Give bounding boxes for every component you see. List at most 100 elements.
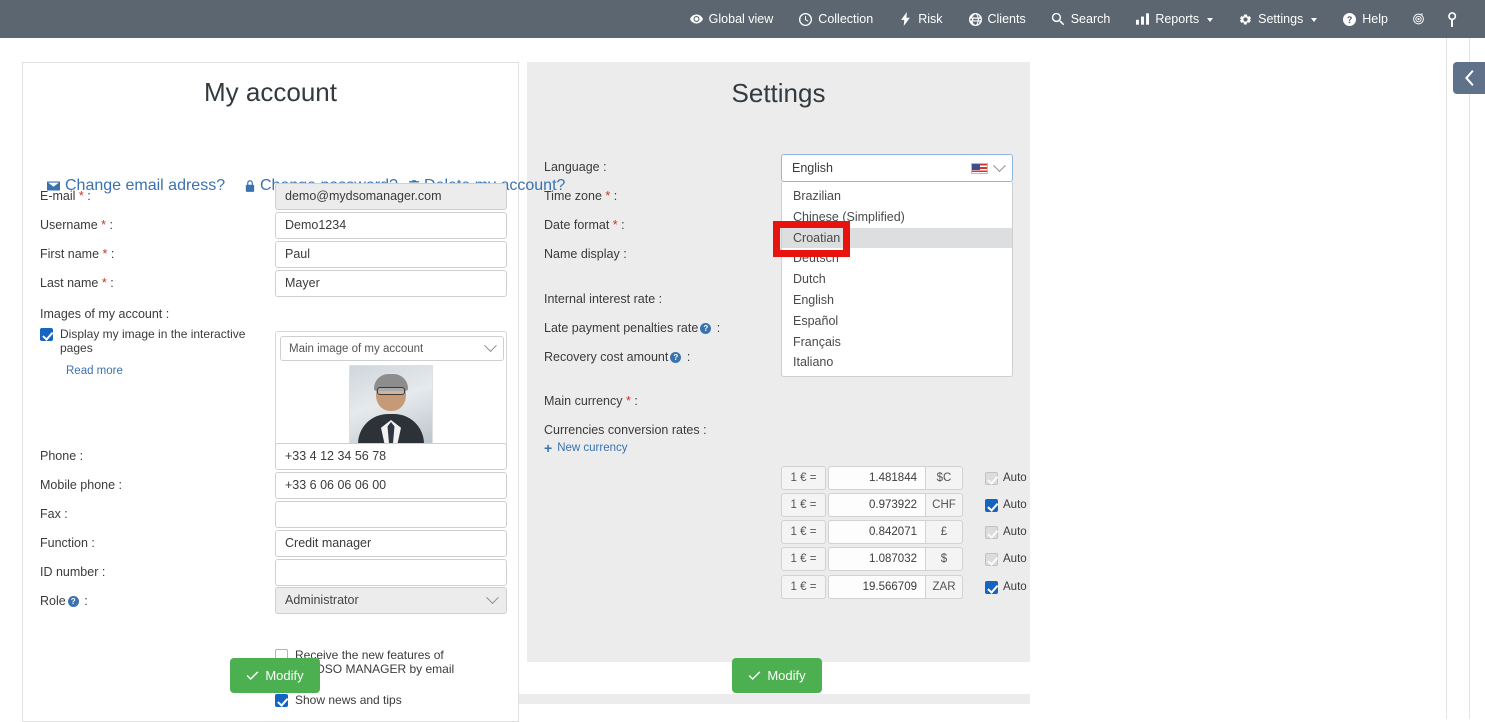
chevron-down-icon (486, 591, 499, 604)
currency-rate-input[interactable]: 19.566709 (828, 575, 926, 599)
nav-item-clients[interactable]: Clients (956, 0, 1039, 38)
language-option[interactable]: Español (782, 311, 1012, 332)
language-select[interactable]: English (781, 154, 1013, 182)
avatar (349, 365, 433, 447)
news-tips-checkbox[interactable] (275, 694, 288, 707)
label-internal-rate: Internal interest rate : (544, 292, 662, 306)
nav-item-risk[interactable]: Risk (886, 0, 955, 38)
news-tips-checkbox-row[interactable]: Show news and tips (275, 693, 515, 707)
nav-item-reports[interactable]: Reports (1123, 0, 1226, 38)
fax-field[interactable] (275, 501, 507, 528)
read-more-link[interactable]: Read more (66, 365, 123, 377)
news-tips-label: Show news and tips (295, 693, 402, 707)
currency-auto-toggle[interactable]: Auto (985, 580, 1027, 594)
magnifier-icon-button[interactable] (1436, 0, 1471, 38)
account-modify-button[interactable]: Modify (230, 658, 320, 693)
chevron-down-icon (1207, 18, 1213, 22)
nav-item-search[interactable]: Search (1039, 0, 1124, 38)
language-option[interactable]: Français (782, 332, 1012, 353)
scrollbar-track-line (1469, 38, 1470, 719)
required-marker: * (623, 394, 631, 408)
auto-label: Auto (1003, 499, 1027, 511)
currency-code: $ (926, 547, 963, 571)
language-option[interactable]: Deutsch (782, 248, 1012, 269)
id-number-field[interactable] (275, 559, 507, 586)
settings-modify-button[interactable]: Modify (732, 658, 822, 693)
language-option[interactable]: Chinese (Simplified) (782, 207, 1012, 228)
plus-icon: + (544, 441, 552, 455)
currency-auto-toggle[interactable]: Auto (985, 498, 1027, 512)
language-option-croatian[interactable]: Croatian (782, 228, 1012, 249)
label-function: Function : (40, 536, 95, 551)
currency-auto-toggle[interactable]: Auto (985, 471, 1027, 485)
auto-checkbox[interactable] (985, 526, 998, 539)
help-icon[interactable]: ? (670, 352, 681, 363)
phone-field[interactable]: +33 4 12 34 56 78 (275, 443, 507, 470)
globe-icon (969, 13, 982, 26)
required-marker: * (75, 189, 83, 203)
bolt-icon (899, 13, 912, 26)
nav-item-label: Search (1071, 12, 1111, 26)
currency-rate-input[interactable]: 0.973922 (828, 493, 926, 517)
currency-auto-toggle[interactable]: Auto (985, 525, 1027, 539)
auto-checkbox[interactable] (985, 499, 998, 512)
nav-item-label: Settings (1258, 12, 1303, 26)
top-navbar: Global view Collection Risk Clients Sear… (0, 0, 1485, 38)
currency-rate-input[interactable]: 0.842071 (828, 520, 926, 544)
image-type-value: Main image of my account (289, 343, 423, 355)
check-icon (748, 670, 761, 681)
label-conversion-rates: Currencies conversion rates : (544, 423, 707, 437)
image-type-select[interactable]: Main image of my account (280, 336, 504, 361)
nav-item-label: Risk (918, 12, 942, 26)
lastname-field[interactable]: Mayer (275, 270, 507, 297)
gear-icon (1239, 13, 1252, 26)
auto-checkbox[interactable] (985, 472, 998, 485)
firstname-field[interactable]: Paul (275, 241, 507, 268)
mobile-phone-field[interactable]: +33 6 06 06 06 00 (275, 472, 507, 499)
nav-item-label: Collection (818, 12, 873, 26)
settings-modify-label: Modify (767, 668, 805, 683)
sidebar-collapse-toggle[interactable] (1453, 62, 1485, 94)
language-option[interactable]: Brazilian (782, 186, 1012, 207)
language-option[interactable]: Japanese (782, 373, 1012, 377)
check-icon (246, 670, 259, 681)
account-title: My account (23, 63, 518, 108)
auto-checkbox[interactable] (985, 581, 998, 594)
username-field[interactable]: Demo1234 (275, 212, 507, 239)
required-marker: * (98, 218, 106, 232)
currency-rate-input[interactable]: 1.087032 (828, 547, 926, 571)
label-phone: Phone : (40, 449, 83, 464)
currency-auto-toggle[interactable]: Auto (985, 552, 1027, 566)
label-id-number: ID number : (40, 565, 105, 580)
page-body: Settings Language : Time zone * : Date f… (0, 38, 1485, 719)
language-option[interactable]: Italiano (782, 352, 1012, 373)
label-mobile-phone: Mobile phone : (40, 478, 122, 493)
role-select-value: Administrator (285, 588, 359, 613)
us-flag-icon (971, 163, 988, 174)
nav-item-settings[interactable]: Settings (1226, 0, 1330, 38)
language-option[interactable]: English (782, 290, 1012, 311)
account-panel: My account Change email adress? Change p… (22, 62, 519, 722)
nav-item-label: Global view (709, 12, 774, 26)
label-email: E-mail * : (40, 189, 91, 204)
help-icon[interactable]: ? (68, 596, 79, 607)
language-dropdown-list[interactable]: Brazilian Chinese (Simplified) Croatian … (781, 182, 1013, 377)
label-fax: Fax : (40, 507, 68, 522)
display-image-label: Display my image in the interactive page… (60, 327, 270, 355)
help-icon[interactable]: ? (700, 323, 711, 334)
clock-icon (799, 13, 812, 26)
display-image-checkbox[interactable] (40, 328, 53, 341)
new-currency-link[interactable]: + New currency (544, 441, 628, 455)
function-field[interactable]: Credit manager (275, 530, 507, 557)
currency-code: $C (926, 466, 963, 490)
nav-item-help[interactable]: Help (1330, 0, 1401, 38)
role-select[interactable]: Administrator (275, 587, 507, 614)
nav-item-collection[interactable]: Collection (786, 0, 886, 38)
target-icon-button[interactable] (1401, 0, 1436, 38)
auto-checkbox[interactable] (985, 553, 998, 566)
nav-item-global-view[interactable]: Global view (677, 0, 787, 38)
currency-rate-input[interactable]: 1.481844 (828, 466, 926, 490)
target-icon (1412, 13, 1425, 26)
display-image-checkbox-row[interactable]: Display my image in the interactive page… (40, 327, 270, 355)
language-option[interactable]: Dutch (782, 269, 1012, 290)
